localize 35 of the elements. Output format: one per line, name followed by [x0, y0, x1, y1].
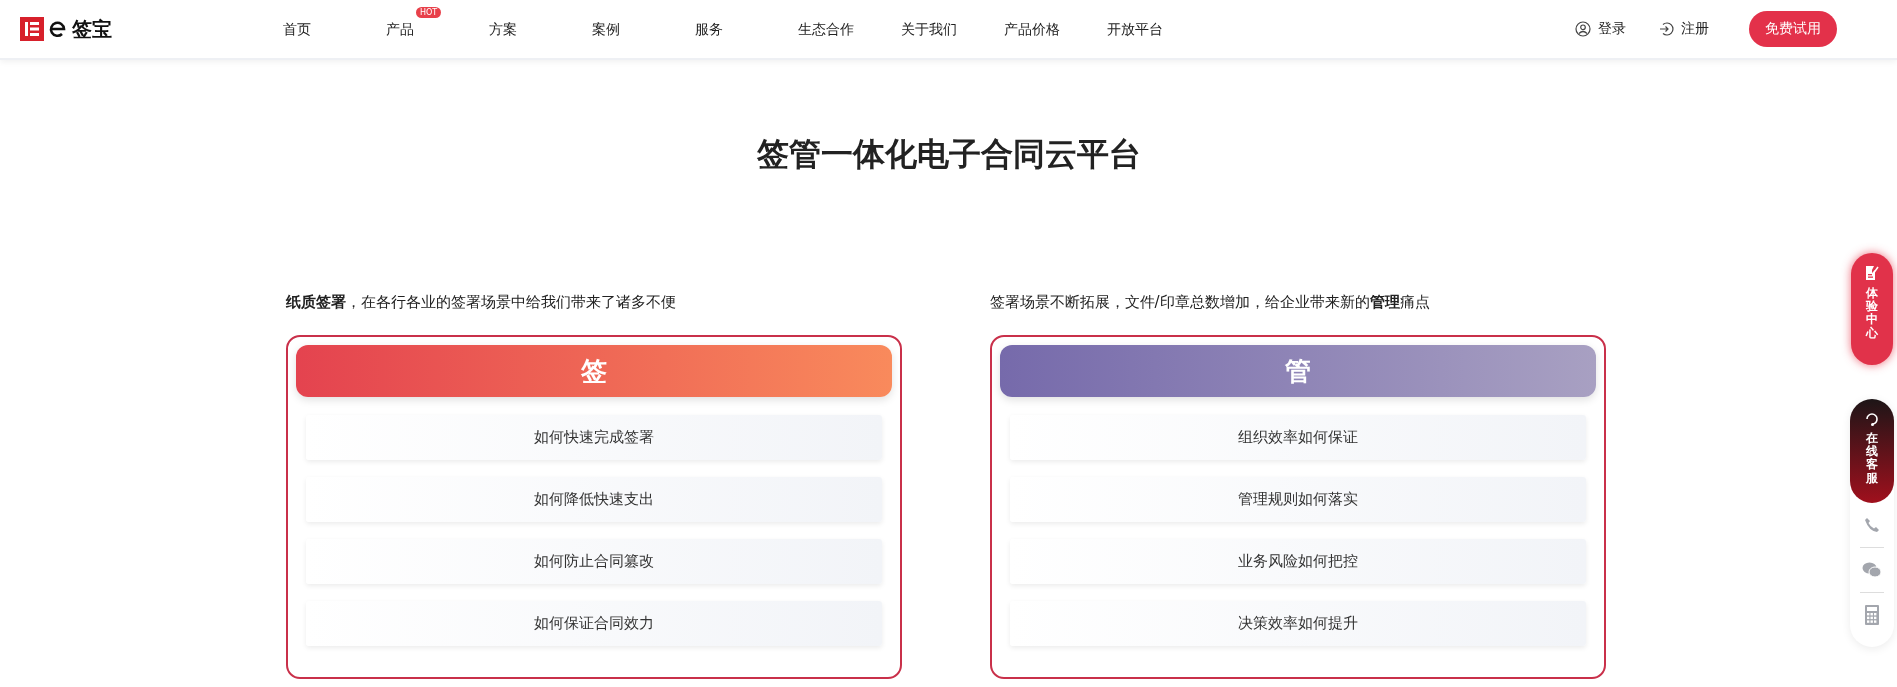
- nav-link[interactable]: 案例: [592, 21, 620, 39]
- card-heading: 签: [295, 345, 892, 397]
- online-service-button[interactable]: 在线客服: [1850, 399, 1894, 503]
- nav-link[interactable]: 首页: [283, 21, 311, 39]
- question-item: 决策效率如何提升: [1009, 601, 1586, 646]
- sign-in-icon: [1658, 21, 1674, 37]
- nav-link[interactable]: 产品价格: [1004, 21, 1060, 39]
- nav-link[interactable]: 服务: [695, 21, 723, 39]
- logo-text: 签宝: [72, 15, 112, 43]
- user-icon: [1575, 21, 1591, 37]
- nav-link[interactable]: 生态合作: [798, 21, 854, 39]
- logo-icon: [20, 17, 44, 41]
- intro-text: 签署场景不断拓展，文件/印章总数增加，给企业带来新的管理痛点: [989, 292, 1431, 313]
- headset-icon: [1865, 411, 1879, 427]
- nav-link[interactable]: 开放平台: [1107, 21, 1163, 39]
- question-item: 如何防止合同篡改: [305, 539, 882, 584]
- question-item: 如何保证合同效力: [305, 601, 882, 646]
- logo-e-icon: [48, 19, 68, 39]
- document-pen-icon: [1864, 265, 1880, 281]
- nav-link[interactable]: 产品: [386, 21, 414, 39]
- question-item: 业务风险如何把控: [1009, 539, 1586, 584]
- nav-link[interactable]: 方案: [489, 21, 517, 39]
- page-title: 签管一体化电子合同云平台: [755, 134, 1142, 175]
- card-heading: 管: [999, 345, 1596, 397]
- hot-badge: HOT: [416, 7, 442, 18]
- question-item: 如何快速完成签署: [305, 415, 882, 460]
- nav-link[interactable]: 关于我们: [901, 21, 957, 39]
- login-link[interactable]: 登录: [1575, 20, 1626, 38]
- register-link[interactable]: 注册: [1658, 20, 1709, 38]
- question-item: 组织效率如何保证: [1009, 415, 1586, 460]
- experience-center-button[interactable]: 体验中心: [1851, 253, 1893, 365]
- intro-text: 纸质签署，在各行各业的签署场景中给我们带来了诸多不便: [285, 292, 677, 313]
- free-trial-button[interactable]: 免费试用: [1749, 11, 1837, 47]
- question-item: 管理规则如何落实: [1009, 477, 1586, 522]
- question-item: 如何降低快速支出: [305, 477, 882, 522]
